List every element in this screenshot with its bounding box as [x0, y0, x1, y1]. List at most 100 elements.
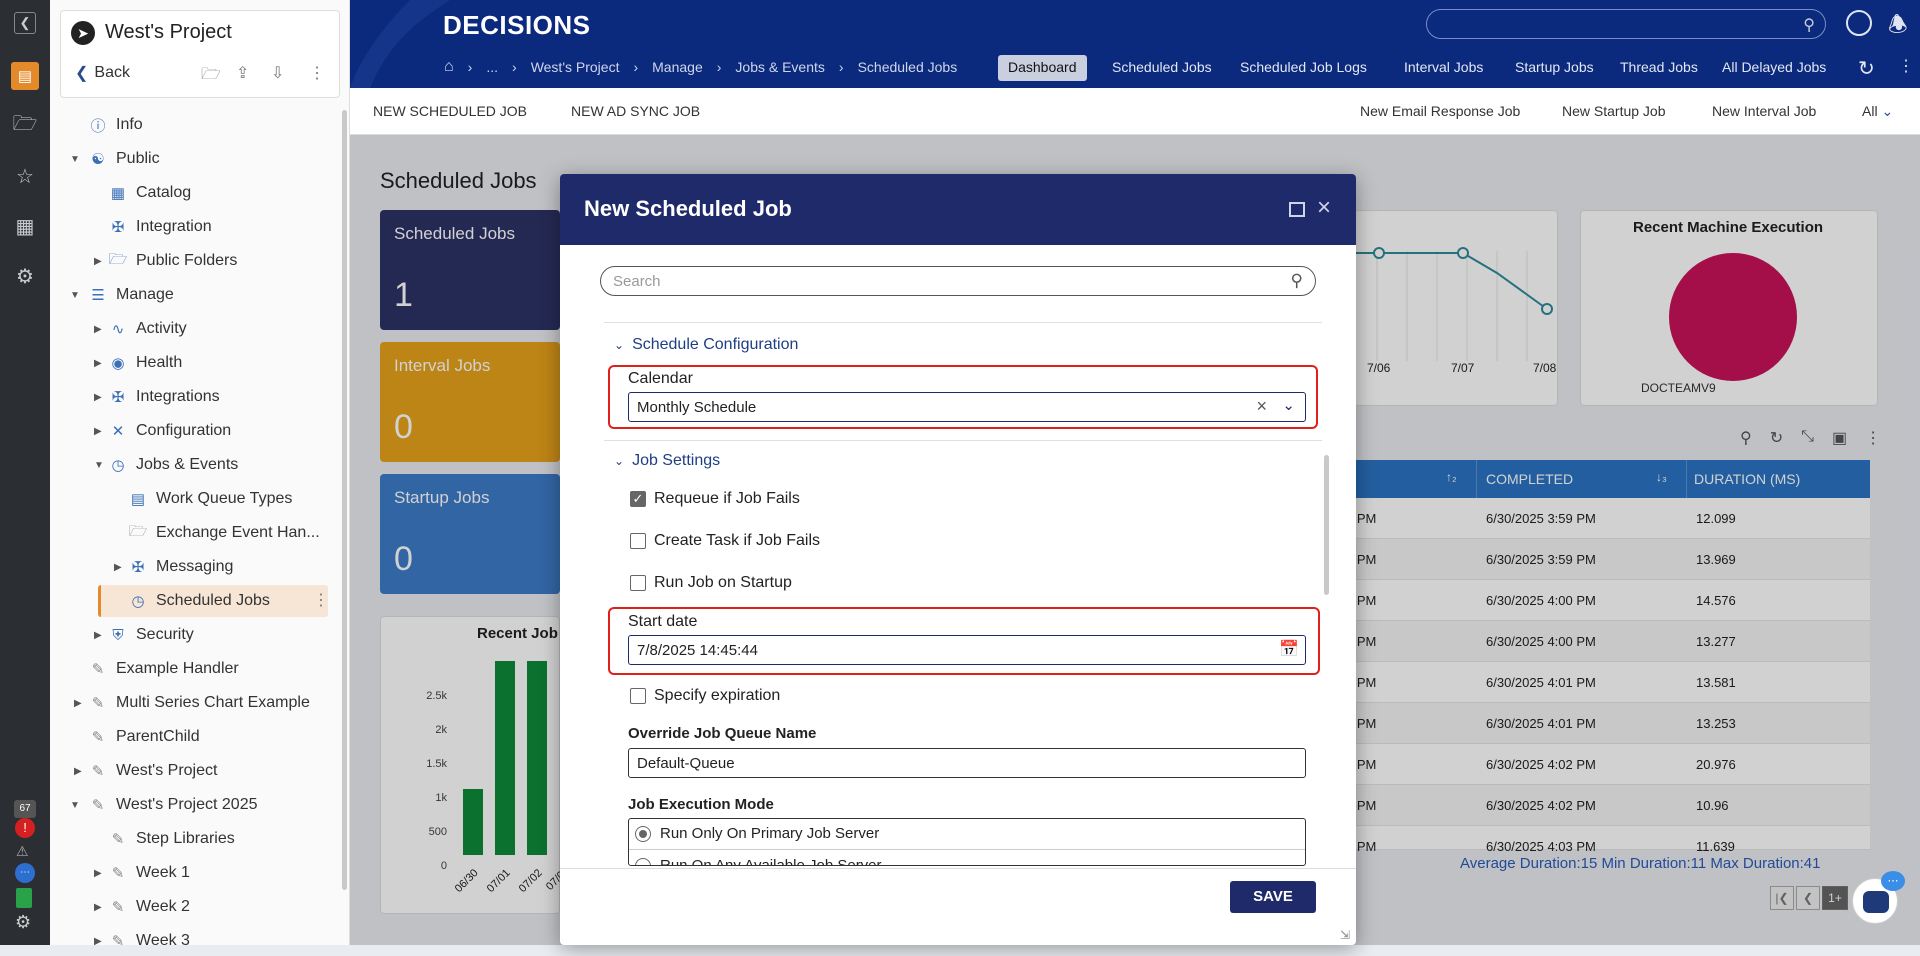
breadcrumb-item[interactable]: Jobs & Events: [735, 59, 825, 75]
home-icon[interactable]: ⌂: [444, 58, 454, 76]
caret-down-icon[interactable]: ▼: [70, 800, 82, 811]
designer-icon[interactable]: ▤: [11, 62, 39, 90]
sidebar-item-week-1[interactable]: ▶ ✎ Week 1: [94, 858, 190, 888]
close-icon[interactable]: ×: [1317, 194, 1331, 222]
sidebar-item-wests-project[interactable]: ▶ ✎ West's Project: [74, 756, 217, 786]
new-email-response-job-button[interactable]: New Email Response Job: [1360, 103, 1520, 119]
sidebar-item-work-queue-types[interactable]: ▤ Work Queue Types: [128, 484, 292, 514]
sidebar-item-activity[interactable]: ▶ ∿ Activity: [94, 314, 187, 344]
section-job-settings[interactable]: ⌄ Job Settings: [614, 452, 720, 470]
tab-startup-jobs[interactable]: Startup Jobs: [1515, 59, 1594, 75]
dialog-scrollbar[interactable]: [1324, 455, 1329, 595]
caret-right-icon[interactable]: ▶: [74, 766, 86, 777]
user-icon[interactable]: [1846, 10, 1872, 36]
caret-right-icon[interactable]: ▶: [94, 868, 106, 879]
grid-icon[interactable]: ▦: [11, 212, 39, 240]
sidebar-item-public[interactable]: ▼ ☯ Public: [70, 144, 160, 174]
new-scheduled-job-button[interactable]: NEW SCHEDULED JOB: [373, 103, 527, 119]
sidebar-item-parentchild[interactable]: ✎ ParentChild: [88, 722, 200, 752]
sidebar-item-catalog[interactable]: ▦ Catalog: [108, 178, 191, 208]
caret-down-icon[interactable]: ▼: [70, 290, 82, 301]
search-icon[interactable]: ⚲: [1803, 15, 1815, 35]
new-interval-job-button[interactable]: New Interval Job: [1712, 103, 1816, 119]
star-icon[interactable]: ☆: [11, 162, 39, 190]
item-more-icon[interactable]: ⋮: [313, 590, 329, 610]
sidebar-item-week-2[interactable]: ▶ ✎ Week 2: [94, 892, 190, 922]
create-task-checkbox[interactable]: [630, 533, 646, 549]
caret-right-icon[interactable]: ▶: [94, 358, 106, 369]
start-date-input[interactable]: 7/8/2025 14:45:44 📅: [628, 635, 1306, 665]
exec-option-primary[interactable]: Run Only On Primary Job Server: [629, 819, 1305, 850]
all-dropdown[interactable]: All ⌄: [1862, 103, 1893, 120]
gear-icon[interactable]: ⚙: [11, 262, 39, 290]
folder-open-icon[interactable]: 🗁: [11, 112, 39, 140]
sidebar-item-info[interactable]: ⓘ Info: [88, 110, 142, 140]
requeue-checkbox[interactable]: ✓: [630, 491, 646, 507]
calendar-clock-icon[interactable]: 📅: [1279, 639, 1299, 659]
sidebar-item-step-libraries[interactable]: ✎ Step Libraries: [108, 824, 235, 854]
run-startup-checkbox[interactable]: [630, 575, 646, 591]
sidebar-item-exchange-event[interactable]: 🗁 Exchange Event Han...: [128, 518, 320, 548]
calendar-select[interactable]: Monthly Schedule × ⌄: [628, 392, 1306, 422]
bell-icon[interactable]: 🕭: [1888, 8, 1908, 46]
tab-thread-jobs[interactable]: Thread Jobs: [1620, 59, 1698, 75]
sidebar-item-messaging[interactable]: ▶ ✠ Messaging: [114, 552, 233, 582]
back-button[interactable]: ❮ Back: [75, 63, 130, 83]
caret-right-icon[interactable]: ▶: [94, 426, 106, 437]
chatbot-button[interactable]: ⋯: [1852, 871, 1905, 924]
maximize-icon[interactable]: [1289, 202, 1305, 217]
breadcrumb-item[interactable]: Scheduled Jobs: [858, 59, 958, 75]
caret-right-icon[interactable]: ▶: [94, 392, 106, 403]
document-icon[interactable]: [16, 888, 32, 908]
caret-right-icon[interactable]: ▶: [94, 902, 106, 913]
radio-icon[interactable]: [635, 858, 651, 865]
save-button[interactable]: SAVE: [1230, 881, 1316, 913]
breadcrumb-item[interactable]: Manage: [652, 59, 703, 75]
radio-selected-icon[interactable]: [635, 826, 651, 842]
new-ad-sync-job-button[interactable]: NEW AD SYNC JOB: [571, 103, 700, 119]
resize-handle-icon[interactable]: ⇲: [1340, 928, 1350, 942]
sidebar-item-example-handler[interactable]: ✎ Example Handler: [88, 654, 239, 684]
tab-interval-jobs[interactable]: Interval Jobs: [1404, 59, 1483, 75]
specify-expiration-checkbox[interactable]: [630, 688, 646, 704]
tab-dashboard[interactable]: Dashboard: [998, 55, 1087, 81]
caret-right-icon[interactable]: ▶: [74, 698, 86, 709]
breadcrumb-item[interactable]: West's Project: [531, 59, 620, 75]
settings-icon[interactable]: ⚙: [15, 912, 31, 933]
sidebar-item-integration[interactable]: ✠ Integration: [108, 212, 212, 242]
warning-icon[interactable]: ⚠: [16, 843, 29, 860]
collapse-icon[interactable]: ❮: [14, 12, 36, 34]
caret-right-icon[interactable]: ▶: [114, 562, 126, 573]
override-queue-input[interactable]: Default-Queue: [628, 748, 1306, 778]
sidebar-item-scheduled-jobs[interactable]: ◷ Scheduled Jobs: [128, 586, 269, 616]
error-icon[interactable]: !: [15, 818, 35, 838]
new-startup-job-button[interactable]: New Startup Job: [1562, 103, 1666, 119]
caret-right-icon[interactable]: ▶: [94, 630, 106, 641]
caret-right-icon[interactable]: ▶: [94, 256, 106, 267]
sidebar-item-health[interactable]: ▶ ◉ Health: [94, 348, 182, 378]
new-folder-icon[interactable]: 🗁: [201, 63, 221, 90]
more-icon[interactable]: ⋮: [1898, 56, 1914, 76]
notification-count[interactable]: 67: [14, 800, 36, 818]
sidebar-item-multi-series[interactable]: ▶ ✎ Multi Series Chart Example: [74, 688, 310, 718]
sidebar-item-public-folders[interactable]: ▶ 🗁 Public Folders: [94, 246, 237, 276]
upload-icon[interactable]: ⇪: [236, 63, 249, 83]
sidebar-scrollbar[interactable]: [342, 110, 347, 890]
search-icon[interactable]: ⚲: [1291, 271, 1303, 291]
dialog-search-input[interactable]: Search ⚲: [600, 266, 1316, 296]
caret-down-icon[interactable]: ▼: [94, 460, 106, 471]
section-schedule-configuration[interactable]: ⌄ Schedule Configuration: [614, 336, 798, 354]
sidebar-item-configuration[interactable]: ▶ ✕ Configuration: [94, 416, 231, 446]
tab-scheduled-jobs[interactable]: Scheduled Jobs: [1112, 59, 1212, 75]
chevron-down-icon[interactable]: ⌄: [1282, 396, 1295, 414]
download-icon[interactable]: ⇩: [271, 63, 284, 83]
sidebar-item-manage[interactable]: ▼ ☰ Manage: [70, 280, 174, 310]
sidebar-item-week-3[interactable]: ▶ ✎ Week 3: [94, 926, 190, 956]
sidebar-item-jobs-events[interactable]: ▼ ◷ Jobs & Events: [94, 450, 238, 480]
exec-option-any[interactable]: Run On Any Available Job Server: [629, 851, 1305, 865]
clear-icon[interactable]: ×: [1256, 396, 1267, 417]
caret-right-icon[interactable]: ▶: [94, 324, 106, 335]
sidebar-item-security[interactable]: ▶ ⛨ Security: [94, 620, 194, 650]
breadcrumb-item[interactable]: ...: [486, 59, 498, 75]
chat-icon[interactable]: ⋯: [15, 863, 35, 883]
